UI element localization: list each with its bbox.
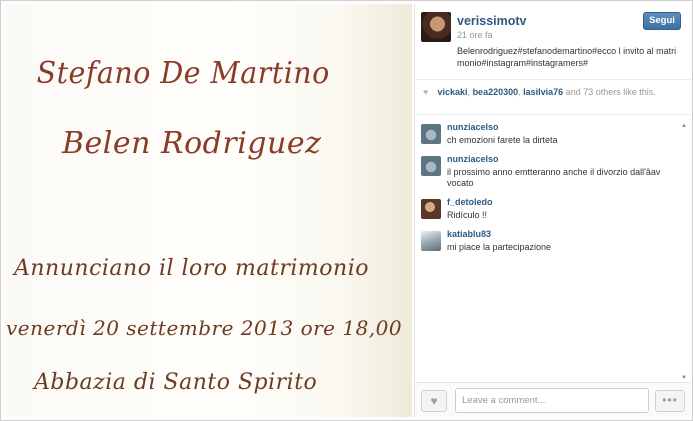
avatar[interactable] — [421, 199, 441, 219]
heart-icon: ♥ — [430, 394, 438, 408]
invitation-line-names-groom: Stefano De Martino — [36, 56, 330, 91]
comment-username[interactable]: f_detoledo — [447, 197, 679, 208]
scroll-up-arrow-icon[interactable]: ▲ — [680, 122, 688, 130]
comment-text: mi piace la partecipazione — [447, 242, 552, 252]
heart-icon: ♥ — [423, 87, 429, 97]
invitation-line-announcement: Annunciano il loro matrimonio — [14, 256, 369, 281]
comments-list: nunziacelso ch emozioni farete la dirtet… — [421, 122, 679, 374]
comment-username[interactable]: nunziacelso — [447, 154, 679, 165]
comment-text: Ridículo !! — [447, 210, 488, 220]
likes-summary: ♥ vickaki, bea220300, lasilvia76 and 73 … — [415, 79, 691, 115]
avatar[interactable] — [421, 124, 441, 144]
post-caption: Belenrodriguez#stefanodemartino#ecco l i… — [457, 46, 677, 68]
likes-others-text: and 73 others like this. — [565, 87, 656, 97]
owner-avatar[interactable] — [421, 12, 451, 42]
like-user[interactable]: vickaki — [438, 87, 468, 97]
post-viewer: Stefano De Martino Belen Rodriguez Annun… — [0, 0, 693, 421]
comment-username[interactable]: nunziacelso — [447, 122, 679, 133]
post-timestamp: 21 ore fa — [457, 30, 493, 40]
invitation-line-names-bride: Belen Rodriguez — [62, 126, 322, 161]
comment-input[interactable] — [455, 388, 649, 413]
avatar[interactable] — [421, 231, 441, 251]
post-details-panel: verissimotv 21 ore fa Segui Belenrodrigu… — [414, 4, 691, 417]
avatar[interactable] — [421, 156, 441, 176]
like-user[interactable]: lasilvia76 — [523, 87, 563, 97]
invitation-line-venue: Abbazia di Santo Spirito — [34, 370, 318, 395]
scroll-down-arrow-icon[interactable]: ▼ — [680, 374, 688, 382]
like-user[interactable]: bea220300 — [473, 87, 519, 97]
comment-item: nunziacelso il prossimo anno emtteranno … — [421, 154, 679, 189]
post-photo: Stefano De Martino Belen Rodriguez Annun… — [4, 4, 412, 417]
comments-scrollbar[interactable]: ▲ ▼ — [680, 122, 688, 382]
comment-item: katiablu83 mi piace la partecipazione — [421, 229, 679, 253]
comment-username[interactable]: katiablu83 — [447, 229, 679, 240]
owner-username[interactable]: verissimotv — [457, 14, 526, 28]
like-button[interactable]: ♥ — [421, 390, 447, 412]
more-options-button[interactable]: ••• — [655, 390, 685, 412]
invitation-line-date: venerdì 20 settembre 2013 ore 18,00 — [6, 316, 403, 340]
post-header: verissimotv 21 ore fa Segui Belenrodrigu… — [421, 12, 683, 76]
comment-item: f_detoledo Ridículo !! — [421, 197, 679, 221]
follow-button[interactable]: Segui — [643, 12, 681, 30]
comment-composer: ♥ ••• — [415, 382, 691, 417]
comment-text: il prossimo anno emtteranno anche il div… — [447, 167, 661, 188]
comment-text: ch emozioni farete la dirteta — [447, 135, 558, 145]
more-icon: ••• — [662, 393, 678, 407]
comment-item: nunziacelso ch emozioni farete la dirtet… — [421, 122, 679, 146]
